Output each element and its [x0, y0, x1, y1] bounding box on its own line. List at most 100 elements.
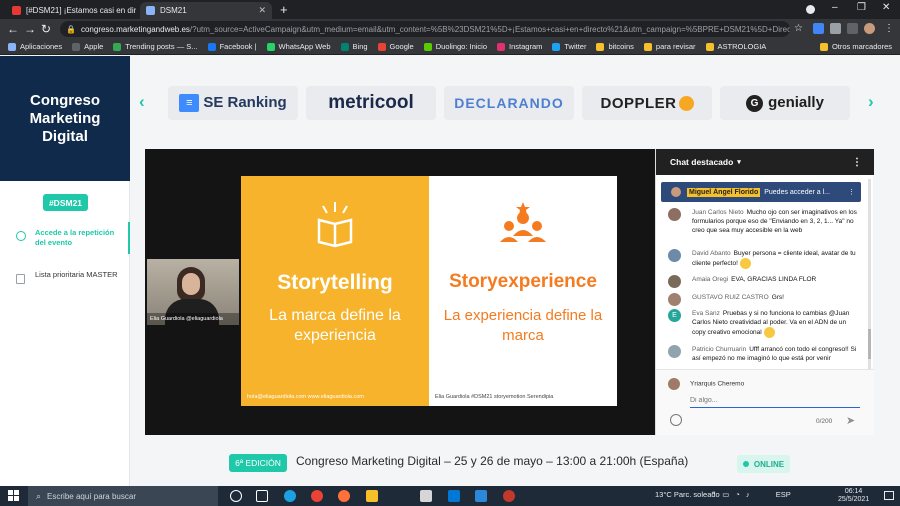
bookmark-item[interactable]: Instagram	[497, 42, 542, 51]
bookmark-item[interactable]: Duolingo: Inicio	[423, 42, 487, 51]
avatar	[668, 345, 681, 358]
store-icon[interactable]	[420, 490, 432, 502]
sidebar-item-priority-list[interactable]: Lista prioritaria MASTER	[0, 264, 130, 296]
speaker-name-label: Elia Guardiola @eliaguardiola	[147, 313, 239, 325]
message-text: EVA, GRACIAS LINDA FLOR	[731, 276, 817, 283]
chat-message: Amaia Oregi EVA, GRACIAS LINDA FLOR	[668, 275, 858, 288]
bookmark-star-icon[interactable]: ☆	[794, 23, 803, 34]
message-author: David Abanto	[692, 250, 731, 257]
google-icon	[377, 42, 386, 51]
bookmark-item[interactable]: Facebook |	[207, 42, 257, 51]
tab-title: [#DSM21] ¡Estamos casi en direc	[26, 6, 136, 15]
chat-message: E Eva Sanz Pruebas y si no funciona lo ca…	[668, 309, 858, 338]
sponsor-seranking[interactable]: ≡ SE Ranking	[168, 86, 298, 120]
maximize-icon[interactable]: ❐	[857, 2, 866, 13]
record-icon[interactable]	[806, 5, 815, 14]
tab-active[interactable]: DSM21 ✕	[140, 2, 272, 19]
chat-title[interactable]: Chat destacado	[670, 157, 733, 167]
taskbar-search-box[interactable]: ⌕ Escribe aquí para buscar	[28, 486, 218, 506]
bookmark-folder[interactable]: para revisar	[643, 42, 696, 51]
sidebar: Congreso Marketing Digital #DSM21 Accede…	[0, 56, 130, 486]
carousel-next-icon[interactable]: ›	[868, 92, 874, 112]
system-tray: ⌃▭◔♪ ESP	[710, 490, 791, 499]
chevron-down-icon[interactable]: ▾	[737, 158, 741, 166]
bookmark-item[interactable]: Bing	[340, 42, 368, 51]
sponsor-genially[interactable]: Ggenially	[720, 86, 850, 120]
address-toolbar: ← → ↻ 🔒 congreso.marketingandweb.es /?ut…	[0, 19, 900, 39]
url-path: /?utm_source=ActiveCampaign&utm_medium=e…	[189, 24, 790, 34]
apps-icon	[8, 42, 16, 51]
task-view-icon[interactable]	[256, 490, 268, 502]
avatar	[668, 293, 681, 306]
mail-icon[interactable]	[475, 490, 487, 502]
windows-taskbar: ⌕ Escribe aquí para buscar 13°C Parc. so…	[0, 486, 900, 506]
forward-icon[interactable]: →	[24, 22, 36, 36]
hashtag-badge: #DSM21	[43, 194, 88, 211]
notifications-icon[interactable]	[884, 491, 894, 500]
outlook-icon[interactable]	[448, 490, 460, 502]
sidebar-item-replay[interactable]: Accede a la repetición del evento	[0, 222, 130, 254]
duolingo-icon	[423, 42, 432, 51]
language-indicator[interactable]: ESP	[776, 490, 791, 499]
brand-logo[interactable]: Congreso Marketing Digital	[0, 56, 130, 181]
presentation-slide: Storytelling La marca define la experien…	[241, 176, 617, 406]
sidebar-item-label: Lista prioritaria MASTER	[35, 270, 118, 279]
carousel-prev-icon[interactable]: ‹	[139, 92, 145, 112]
bookmark-item[interactable]: WhatsApp Web	[266, 42, 331, 51]
back-icon[interactable]: ←	[7, 22, 19, 36]
bookmark-folder[interactable]: bitcoins	[596, 42, 634, 51]
pinned-message[interactable]: Miguel Ángel Florido Puedes acceder a l.…	[661, 182, 861, 202]
sponsor-doppler[interactable]: DOPPLER	[582, 86, 712, 120]
bookmark-item[interactable]: Trending posts — S...	[113, 42, 198, 51]
bookmark-item[interactable]: Apple	[72, 42, 103, 51]
tab-inactive[interactable]: [#DSM21] ¡Estamos casi en direc ✕	[6, 2, 136, 19]
system-clock[interactable]: 06:14 25/5/2021	[838, 488, 869, 504]
trending-icon	[113, 42, 122, 51]
chrome-active-icon[interactable]	[503, 490, 515, 502]
close-window-icon[interactable]: ✕	[882, 2, 890, 13]
chrome-icon[interactable]	[311, 490, 323, 502]
slide-right-heading: Storyexperience	[449, 271, 597, 292]
windows-start-icon[interactable]	[8, 490, 19, 501]
extensions-icon[interactable]	[830, 23, 841, 34]
close-tab-icon[interactable]: ✕	[254, 5, 266, 16]
chat-menu-icon[interactable]: ⋮	[852, 157, 862, 168]
avatar	[668, 275, 681, 288]
video-player[interactable]: Storytelling La marca define la experien…	[145, 149, 655, 435]
edge-icon[interactable]	[284, 490, 296, 502]
emoji-picker-icon[interactable]	[670, 414, 682, 426]
live-dot-icon	[742, 461, 749, 467]
media-control-icon[interactable]	[847, 23, 858, 34]
tray-icons[interactable]: ⌃▭◔♪	[710, 490, 756, 499]
sponsor-metricool[interactable]: metricool	[306, 86, 436, 120]
message-author: Eva Sanz	[692, 310, 720, 317]
minimize-icon[interactable]: –	[832, 2, 838, 13]
message-author: Amaia Oregi	[692, 276, 729, 283]
bookmark-item[interactable]: Twitter	[552, 42, 586, 51]
bookmark-item[interactable]: Aplicaciones	[8, 42, 62, 51]
sponsor-declarando[interactable]: DECLARANDO	[444, 86, 574, 120]
lock-icon: 🔒	[66, 24, 76, 34]
chat-scrollbar[interactable]	[868, 179, 871, 369]
pinned-menu-icon[interactable]: ⋮	[848, 188, 855, 196]
browser-menu-icon[interactable]: ⋮	[884, 23, 894, 34]
translate-extension-icon[interactable]	[813, 23, 824, 34]
url-bar[interactable]: 🔒 congreso.marketingandweb.es /?utm_sour…	[60, 21, 790, 37]
profile-avatar[interactable]	[864, 23, 875, 34]
firefox-icon[interactable]	[338, 490, 350, 502]
bookmark-item[interactable]: Google	[377, 42, 414, 51]
reload-icon[interactable]: ↻	[41, 22, 51, 36]
scrollbar-thumb[interactable]	[868, 329, 871, 359]
message-text: Grs!	[771, 294, 784, 301]
file-explorer-icon[interactable]	[366, 490, 378, 502]
chat-message-input[interactable]	[690, 394, 860, 408]
new-tab-icon[interactable]: +	[280, 2, 288, 17]
online-status-badge: ONLINE	[737, 455, 790, 473]
send-icon[interactable]: ➤	[846, 414, 855, 427]
bookmark-folder[interactable]: ASTROLOGIA	[705, 42, 766, 51]
other-bookmarks-folder[interactable]: Otros marcadores	[819, 42, 892, 51]
slide-left-heading: Storytelling	[277, 271, 393, 294]
chat-message: GUSTAVO RUIZ CASTRO Grs!	[668, 293, 858, 306]
avatar	[668, 378, 680, 390]
cortana-icon[interactable]	[230, 490, 242, 502]
